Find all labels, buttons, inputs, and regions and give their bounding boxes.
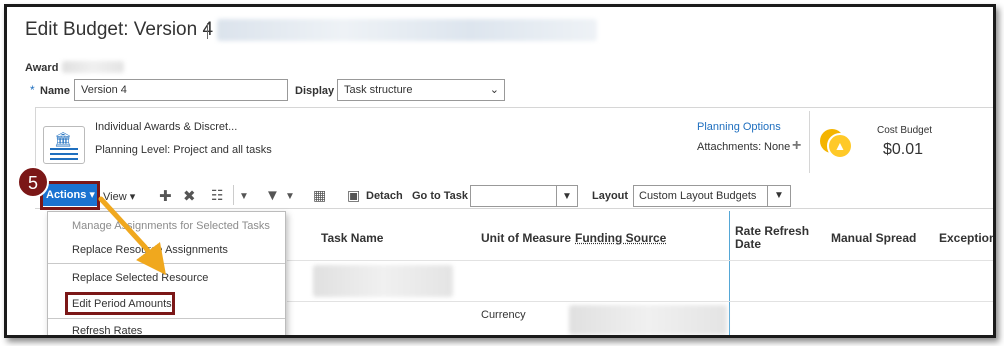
columns-icon[interactable]: ▦ xyxy=(313,187,326,204)
rate-refresh-line2: Date xyxy=(735,237,762,251)
planning-level-text: Planning Level: Project and all tasks xyxy=(95,144,272,156)
frozen-column-divider xyxy=(729,211,730,335)
award-label: Award xyxy=(25,62,59,74)
required-indicator: * xyxy=(30,83,35,97)
cost-budget-label: Cost Budget xyxy=(877,125,933,136)
display-select-value: Task structure xyxy=(344,84,413,96)
chevron-down-icon[interactable]: ▼ xyxy=(285,191,295,202)
filter-icon[interactable]: ▼ xyxy=(265,187,280,204)
redacted-task-name xyxy=(313,265,453,297)
toolbar-separator xyxy=(233,185,234,205)
layout-label: Layout xyxy=(592,190,629,202)
detach-button[interactable]: Detach xyxy=(366,190,403,202)
planning-options-link[interactable]: Planning Options xyxy=(697,121,781,133)
redacted-award-value xyxy=(62,61,124,73)
column-header-manual-spread[interactable]: Manual Spread xyxy=(831,231,916,245)
freeze-icon[interactable]: ☷ xyxy=(211,187,224,204)
attachments-label: Attachments: xyxy=(697,141,762,153)
redacted-title xyxy=(217,19,597,41)
column-header-funding-source[interactable]: Funding Source xyxy=(575,231,666,245)
chevron-down-icon: ⌄ xyxy=(489,84,499,96)
display-select[interactable]: Task structure ⌄ xyxy=(337,79,505,101)
callout-arrow xyxy=(98,196,166,275)
chevron-down-icon[interactable]: ▼ xyxy=(239,191,249,202)
award-type-text: Individual Awards & Discret... xyxy=(95,121,238,133)
attachments-value: None xyxy=(764,141,791,153)
unit-of-measure-cell: Currency xyxy=(481,309,526,321)
column-header-rate-refresh-date[interactable]: Rate Refresh Date xyxy=(735,225,809,251)
institution-icon: 🏛 xyxy=(43,126,85,164)
menu-item-refresh-rates[interactable]: Refresh Rates xyxy=(72,325,142,335)
add-attachment-icon[interactable]: + xyxy=(792,137,801,155)
layout-dropdown-button[interactable]: ▼ xyxy=(767,185,791,207)
page-title: Edit Budget: Version 4 xyxy=(25,19,214,40)
coins-icon: ▲ xyxy=(820,127,853,159)
title-separator xyxy=(207,23,208,39)
column-header-task-name[interactable]: Task Name xyxy=(321,231,383,245)
step-badge: 5 xyxy=(17,166,49,198)
display-label: Display xyxy=(295,85,335,97)
row-divider xyxy=(287,301,993,302)
screenshot-frame: Edit Budget: Version 4 Award * Name Vers… xyxy=(4,4,996,338)
redacted-funding-source xyxy=(569,305,727,335)
detach-icon[interactable]: ▣ xyxy=(347,187,360,204)
name-input[interactable]: Version 4 xyxy=(74,79,288,101)
header-row-divider xyxy=(287,260,993,261)
name-label: Name xyxy=(40,85,70,97)
go-to-task-label: Go to Task xyxy=(412,190,469,202)
column-header-unit-of-measure[interactable]: Unit of Measure xyxy=(481,231,571,245)
go-to-task-dropdown[interactable]: ▼ xyxy=(556,185,578,207)
edit-period-callout-box xyxy=(65,292,175,315)
cost-budget-value: $0.01 xyxy=(883,141,924,158)
bank-building-icon: 🏛 xyxy=(54,131,72,147)
summary-divider xyxy=(809,111,810,173)
menu-separator xyxy=(48,318,285,319)
column-header-exceptions[interactable]: Exceptions xyxy=(939,231,993,245)
